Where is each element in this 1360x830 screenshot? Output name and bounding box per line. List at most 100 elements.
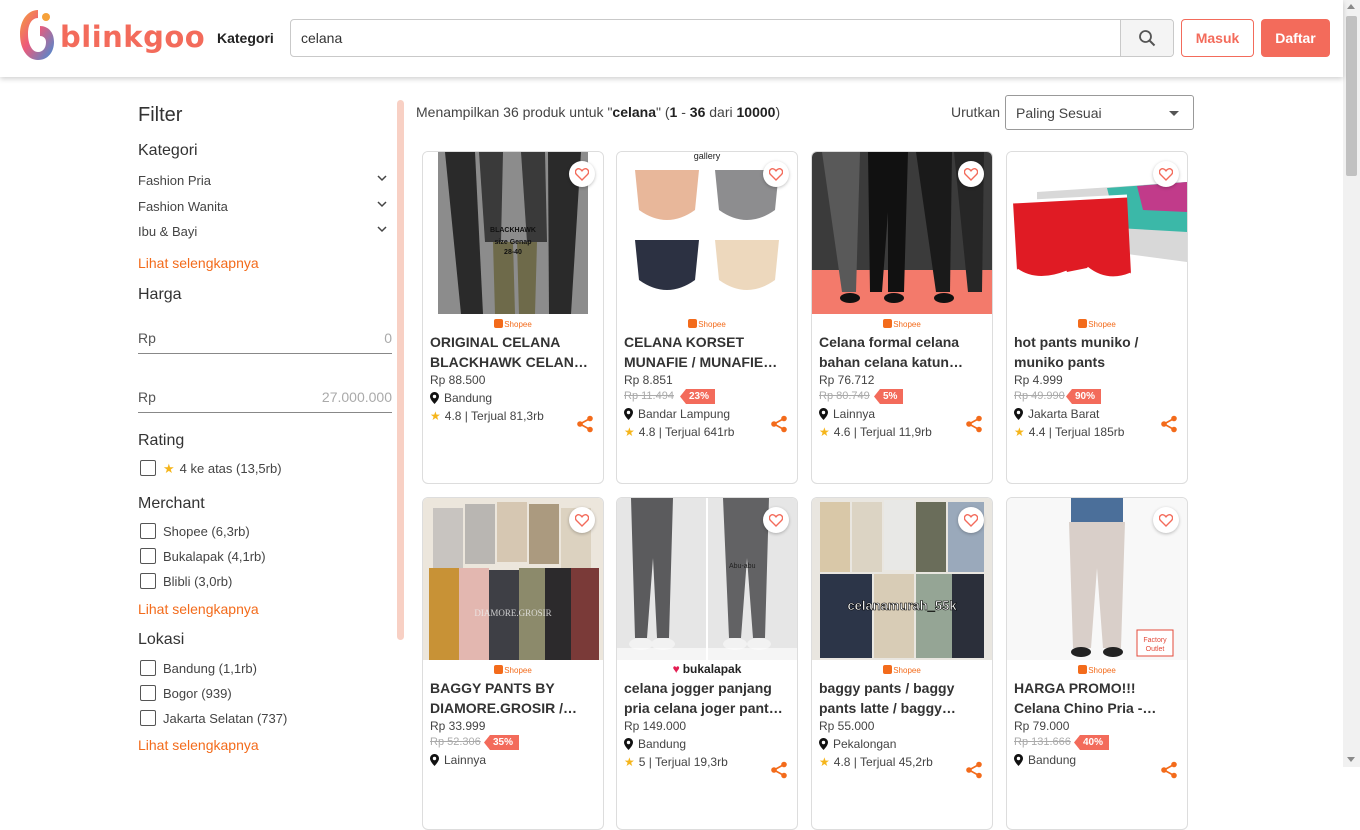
- scroll-up-arrow-icon[interactable]: [1347, 4, 1355, 9]
- product-name[interactable]: BAGGY PANTS BY DIAMORE.GROSIR / CELANA B…: [430, 678, 594, 718]
- product-location: Lainnya: [819, 407, 875, 421]
- location-text: Jakarta Barat: [1028, 407, 1100, 421]
- product-name[interactable]: hot pants muniko / muniko pants: [1014, 332, 1178, 372]
- product-old-price: Rp 52.306: [430, 736, 481, 748]
- product-rating: ★ 4.8 | Terjual 81,3rb: [430, 409, 544, 423]
- product-card[interactable]: Abu-abu ♥ bukalapak celana jogger panjang…: [616, 497, 798, 830]
- chevron-down-icon: [377, 201, 387, 208]
- product-card[interactable]: BLACKHAWK size Genap 28-40 Shopee ORIGIN…: [422, 151, 604, 484]
- category-item-fashion-pria[interactable]: Fashion Pria: [138, 173, 388, 188]
- merchant-badge: Shopee: [617, 319, 797, 329]
- search-button[interactable]: [1120, 20, 1173, 56]
- search-input[interactable]: [291, 20, 1121, 56]
- merchant-see-more-link[interactable]: Lihat selengkapnya: [138, 601, 259, 617]
- scrollbar-thumb[interactable]: [1346, 16, 1357, 176]
- category-label: Fashion Pria: [138, 173, 211, 188]
- product-card[interactable]: DIAMORE.GROSIR Shopee BAGGY PANTS BY DIA…: [422, 497, 604, 830]
- scroll-down-arrow-icon[interactable]: [1347, 757, 1355, 762]
- shopee-logo-icon: [688, 319, 698, 328]
- share-icon[interactable]: [576, 415, 594, 433]
- merchant-name: Shopee: [1088, 320, 1116, 329]
- star-icon: ★: [1014, 425, 1025, 439]
- kategori-section-title: Kategori: [138, 142, 198, 159]
- location-pin-icon: [819, 408, 828, 420]
- sort-label: Urutkan: [951, 104, 1001, 120]
- checkbox-box[interactable]: [140, 548, 156, 564]
- product-name[interactable]: HARGA PROMO!!! Celana Chino Pria - Celan…: [1014, 678, 1178, 718]
- product-name[interactable]: baggy pants / baggy pants latte / baggy …: [819, 678, 983, 718]
- register-button[interactable]: Daftar: [1261, 19, 1330, 57]
- login-button[interactable]: Masuk: [1181, 19, 1254, 57]
- favorite-button[interactable]: [958, 161, 984, 187]
- product-price: Rp 33.999: [430, 719, 486, 733]
- product-name[interactable]: CELANA KORSET MUNAFIE / MUNAFIE SLIMMING…: [624, 332, 788, 372]
- merchant-badge: Shopee: [423, 319, 603, 329]
- svg-text:Abu-abu: Abu-abu: [729, 563, 756, 570]
- checkbox-box[interactable]: [140, 460, 156, 476]
- merchant-badge: Shopee: [423, 665, 603, 675]
- merchant-badge: Shopee: [812, 665, 992, 675]
- favorite-button[interactable]: [569, 507, 595, 533]
- merchant-name: Shopee: [698, 320, 726, 329]
- checkbox-box[interactable]: [140, 710, 156, 726]
- share-icon[interactable]: [965, 415, 983, 433]
- favorite-button[interactable]: [763, 507, 789, 533]
- location-text: Bandung: [444, 391, 493, 405]
- page-scrollbar[interactable]: [1343, 0, 1360, 767]
- location-pin-icon: [819, 738, 828, 750]
- filter-title: Filter: [138, 104, 183, 126]
- min-price-field[interactable]: Rp 0: [138, 326, 392, 354]
- rating-value: 4.4: [1028, 425, 1046, 439]
- summary-total: 10000: [736, 104, 776, 120]
- merchant-badge: Shopee: [1007, 665, 1187, 675]
- checkbox-box[interactable]: [140, 660, 156, 676]
- lokasi-see-more-link[interactable]: Lihat selengkapnya: [138, 737, 259, 753]
- product-price: Rp 149.000: [624, 719, 687, 733]
- product-card[interactable]: Factory Outlet Shopee HARGA PROMO!!! Cel…: [1006, 497, 1188, 830]
- favorite-button[interactable]: [569, 161, 595, 187]
- kategori-see-more-link[interactable]: Lihat selengkapnya: [138, 255, 259, 271]
- share-icon[interactable]: [1160, 761, 1178, 779]
- favorite-button[interactable]: [958, 507, 984, 533]
- share-icon[interactable]: [770, 761, 788, 779]
- svg-text:BLACKHAWK: BLACKHAWK: [490, 227, 536, 234]
- kategori-menu[interactable]: Kategori: [217, 30, 274, 46]
- sidebar-scroll-indicator[interactable]: [397, 100, 404, 640]
- product-card[interactable]: gallery Shopee CELANA KORSET MUNAFIE / M…: [616, 151, 798, 484]
- product-card[interactable]: Shopee hot pants muniko / muniko pants R…: [1006, 151, 1188, 484]
- heart-icon: [769, 167, 783, 181]
- svg-text:gallery: gallery: [694, 152, 721, 161]
- product-rating: ★ 4.8 | Terjual 641rb: [624, 425, 735, 439]
- star-icon: ★: [819, 425, 830, 439]
- merchant-option-label: Shopee (6,3rb): [163, 524, 250, 539]
- product-name[interactable]: celana jogger panjang pria celana joger …: [624, 678, 788, 718]
- favorite-button[interactable]: [1153, 161, 1179, 187]
- blinkgoo-logo[interactable]: blinkgoo: [16, 6, 205, 64]
- product-price: Rp 8.851: [624, 373, 673, 387]
- favorite-button[interactable]: [763, 161, 789, 187]
- share-icon[interactable]: [965, 761, 983, 779]
- rating-value: 4.8: [638, 425, 656, 439]
- product-card[interactable]: celanamurah_55k Shopee baggy pants / bag…: [811, 497, 993, 830]
- product-location: Pekalongan: [819, 737, 896, 751]
- merchant-badge: Shopee: [1007, 319, 1187, 329]
- product-card[interactable]: Shopee Celana formal celana bahan celana…: [811, 151, 993, 484]
- checkbox-box[interactable]: [140, 573, 156, 589]
- discount-badge: 90%: [1066, 389, 1102, 404]
- checkbox-box[interactable]: [140, 685, 156, 701]
- favorite-button[interactable]: [1153, 507, 1179, 533]
- checkbox-box[interactable]: [140, 523, 156, 539]
- share-icon[interactable]: [770, 415, 788, 433]
- category-item-fashion-wanita[interactable]: Fashion Wanita: [138, 199, 388, 214]
- heart-icon: [964, 167, 978, 181]
- rating-value: 4.6: [833, 425, 851, 439]
- category-item-ibu-bayi[interactable]: Ibu & Bayi: [138, 224, 388, 239]
- dropdown-arrow-icon: [1169, 111, 1179, 116]
- product-name[interactable]: Celana formal celana bahan celana katun …: [819, 332, 983, 372]
- share-icon[interactable]: [1160, 415, 1178, 433]
- max-price-field[interactable]: Rp 27.000.000: [138, 385, 392, 413]
- max-price-currency: Rp: [138, 389, 156, 405]
- sort-select[interactable]: Paling Sesuai: [1005, 95, 1194, 130]
- product-location: Jakarta Barat: [1014, 407, 1099, 421]
- product-name[interactable]: ORIGINAL CELANA BLACKHAWK CELANA PANJANG: [430, 332, 594, 372]
